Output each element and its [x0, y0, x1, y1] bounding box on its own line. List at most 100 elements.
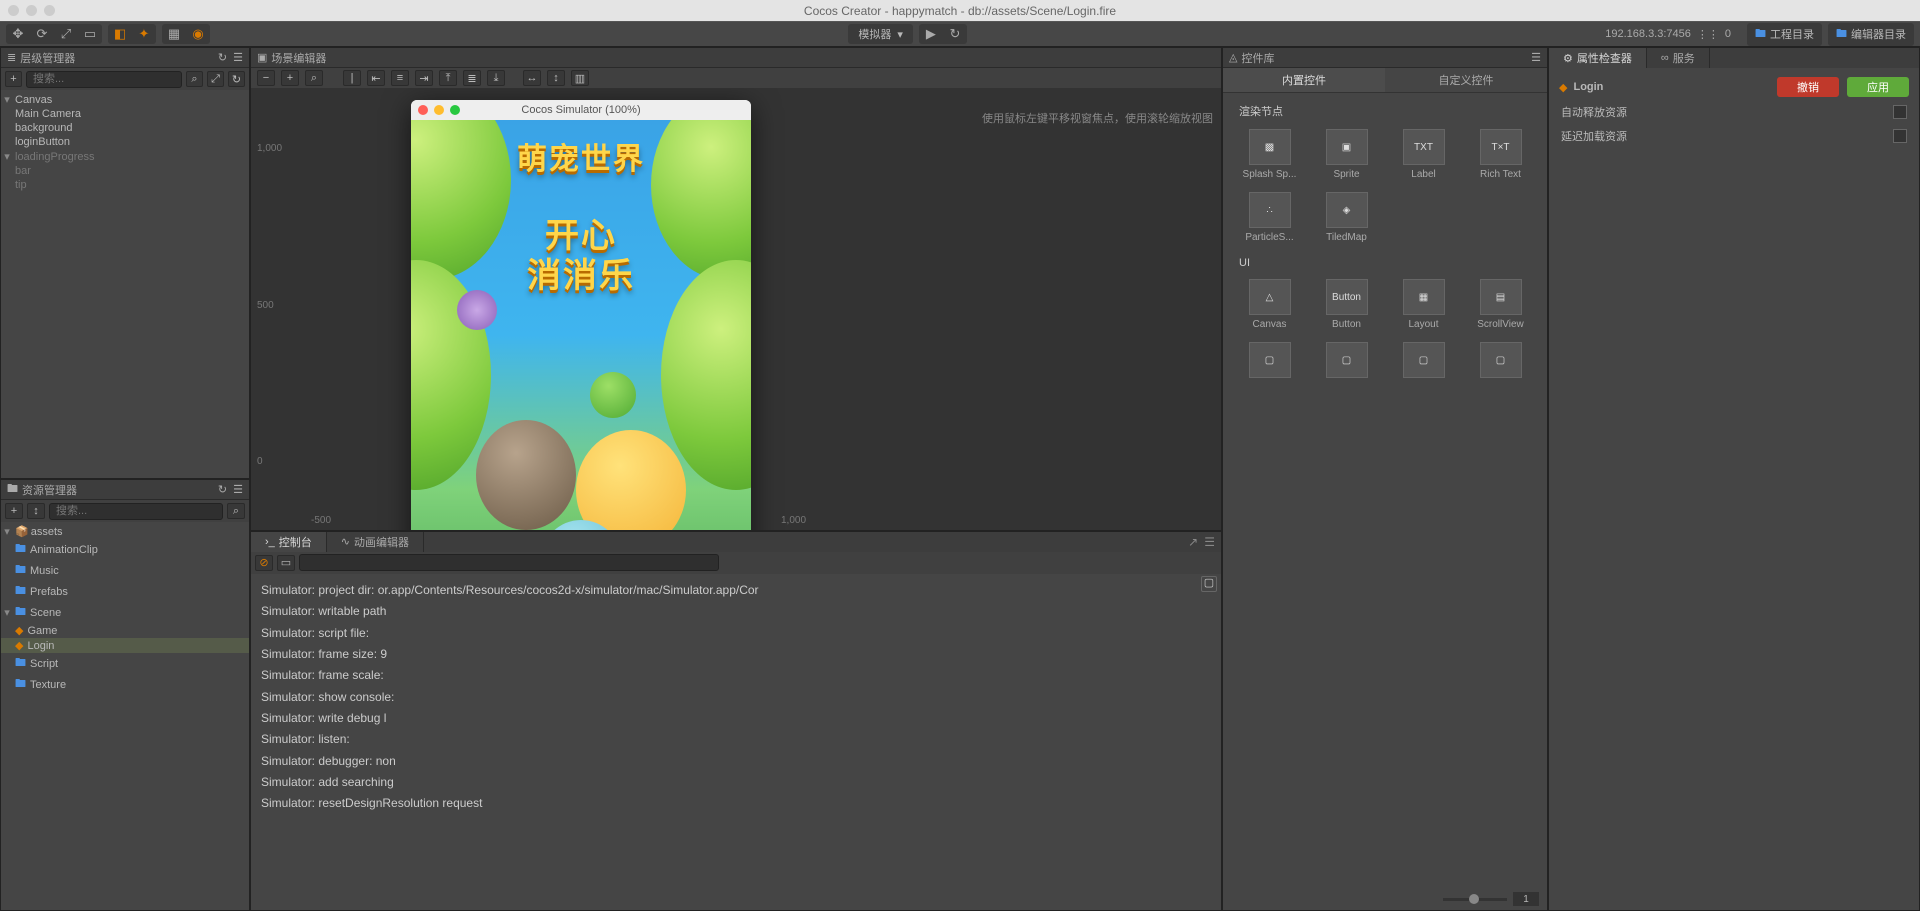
- palette-item[interactable]: T×TRich Text: [1464, 125, 1537, 184]
- tree-node[interactable]: bar: [1, 164, 249, 178]
- tool-anchor[interactable]: ◧: [109, 25, 131, 43]
- clear-log-icon[interactable]: ⊘: [255, 555, 273, 571]
- tree-node[interactable]: ▾🖿Scene: [1, 602, 249, 623]
- tab-custom-controls[interactable]: 自定义控件: [1385, 68, 1547, 92]
- search-icon[interactable]: ⌕: [186, 71, 203, 87]
- play-button[interactable]: ▶: [920, 25, 942, 43]
- palette-item[interactable]: ◈TiledMap: [1310, 188, 1383, 247]
- tree-node[interactable]: ◆Game: [1, 623, 249, 638]
- distribute-v-icon[interactable]: ↕: [547, 70, 565, 86]
- palette-item[interactable]: ▢: [1387, 338, 1460, 386]
- palette-item[interactable]: ButtonButton: [1310, 275, 1383, 334]
- apply-button[interactable]: 应用: [1847, 77, 1909, 97]
- menu-icon[interactable]: ☰: [233, 51, 243, 64]
- tool-grid[interactable]: ▦: [163, 25, 185, 43]
- simulator-titlebar[interactable]: Cocos Simulator (100%): [411, 100, 751, 120]
- align-bottom-icon[interactable]: ⤓: [487, 70, 505, 86]
- align-icon[interactable]: |: [343, 70, 361, 86]
- expand-icon[interactable]: ⤢: [207, 71, 224, 87]
- simulator-canvas[interactable]: 萌宠世界 开心 消消乐 登录 Frame time: [411, 120, 751, 530]
- tab-console[interactable]: ›_控制台: [251, 532, 327, 552]
- zoom-reset-icon[interactable]: ⌕: [305, 70, 323, 86]
- arrange-icon[interactable]: ▥: [571, 70, 589, 86]
- palette-item[interactable]: ▢: [1310, 338, 1383, 386]
- palette-item[interactable]: △Canvas: [1233, 275, 1306, 334]
- align-left-icon[interactable]: ⇤: [367, 70, 385, 86]
- console-output[interactable]: ▢ Simulator: project dir: or.app/Content…: [251, 574, 1221, 910]
- assets-search[interactable]: [49, 503, 223, 520]
- tab-service[interactable]: ∞服务: [1647, 48, 1710, 68]
- align-right-icon[interactable]: ⇥: [415, 70, 433, 86]
- sort-button[interactable]: ↕: [27, 503, 45, 519]
- refresh-icon[interactable]: ↻: [228, 71, 245, 87]
- simulator-window[interactable]: Cocos Simulator (100%) 萌宠世界 开心 消消乐: [411, 100, 751, 530]
- align-hcenter-icon[interactable]: ≡: [391, 70, 409, 86]
- tab-anim[interactable]: ∿动画编辑器: [327, 532, 424, 552]
- zoom-out-icon[interactable]: −: [257, 70, 275, 86]
- palette-zoom-slider[interactable]: [1443, 898, 1507, 901]
- add-node-button[interactable]: +: [5, 71, 22, 87]
- tool-rotate[interactable]: ⟳: [31, 25, 53, 43]
- lazy-load-checkbox[interactable]: [1893, 129, 1907, 143]
- palette-item[interactable]: ▢: [1233, 338, 1306, 386]
- tool-move[interactable]: ✥: [7, 25, 29, 43]
- tab-builtin-controls[interactable]: 内置控件: [1223, 68, 1385, 92]
- tree-node[interactable]: 🖿AnimationClip: [1, 539, 249, 560]
- sim-close[interactable]: [418, 105, 428, 115]
- refresh-icon[interactable]: ↻: [218, 483, 227, 496]
- align-top-icon[interactable]: ⤒: [439, 70, 457, 86]
- palette-item[interactable]: ▢: [1464, 338, 1537, 386]
- tool-scale[interactable]: ⤢: [55, 25, 77, 43]
- tree-node[interactable]: 🖿Music: [1, 560, 249, 581]
- cancel-button[interactable]: 撤销: [1777, 77, 1839, 97]
- tool-gizmo[interactable]: ◉: [187, 25, 209, 43]
- tree-node[interactable]: ▾📦assets: [1, 524, 249, 539]
- tree-node[interactable]: ◆Login: [1, 638, 249, 653]
- menu-icon[interactable]: ☰: [1204, 535, 1215, 549]
- palette-item[interactable]: TXTLabel: [1387, 125, 1460, 184]
- sim-zoom[interactable]: [450, 105, 460, 115]
- tree-node[interactable]: 🖿Texture: [1, 674, 249, 695]
- hierarchy-search[interactable]: [26, 71, 182, 88]
- add-asset-button[interactable]: +: [5, 503, 23, 519]
- distribute-h-icon[interactable]: ↔: [523, 70, 541, 86]
- tree-node[interactable]: Main Camera: [1, 107, 249, 121]
- console-search[interactable]: [299, 554, 719, 571]
- project-dir-button[interactable]: 🖿工程目录: [1747, 23, 1822, 46]
- scene-canvas[interactable]: 使用鼠标左键平移视窗焦点，使用滚轮缩放视图 1,000 500 0 -500 1…: [251, 88, 1221, 530]
- controls-palette[interactable]: 渲染节点 ▩Splash Sp...▣SpriteTXTLabelT×TRich…: [1223, 93, 1547, 910]
- simulator-dropdown[interactable]: 模拟器 ▾: [848, 24, 913, 44]
- assets-tree[interactable]: ▾📦assets🖿AnimationClip🖿Music🖿Prefabs▾🖿Sc…: [1, 522, 249, 910]
- align-vcenter-icon[interactable]: ≣: [463, 70, 481, 86]
- palette-item[interactable]: ▤ScrollView: [1464, 275, 1537, 334]
- hierarchy-tree[interactable]: ▾CanvasMain CamerabackgroundloginButton▾…: [1, 90, 249, 478]
- minimize-window[interactable]: [26, 5, 37, 16]
- tab-inspector[interactable]: ⚙属性检查器: [1549, 48, 1647, 68]
- popout-icon[interactable]: ↗: [1188, 535, 1198, 549]
- menu-icon[interactable]: ☰: [1531, 51, 1541, 64]
- zoom-in-icon[interactable]: +: [281, 70, 299, 86]
- palette-item[interactable]: ▩Splash Sp...: [1233, 125, 1306, 184]
- tree-node[interactable]: 🖿Script: [1, 653, 249, 674]
- palette-item[interactable]: ▦Layout: [1387, 275, 1460, 334]
- tree-node[interactable]: loginButton: [1, 135, 249, 149]
- tree-node[interactable]: 🖿Prefabs: [1, 581, 249, 602]
- log-filter-icon[interactable]: ▭: [277, 555, 295, 571]
- tree-node[interactable]: ▾loadingProgress: [1, 149, 249, 164]
- palette-item[interactable]: ▣Sprite: [1310, 125, 1383, 184]
- console-popout-icon[interactable]: ▢: [1201, 576, 1217, 592]
- refresh-icon[interactable]: ↻: [218, 51, 227, 64]
- editor-dir-button[interactable]: 🖿编辑器目录: [1828, 23, 1914, 46]
- zoom-window[interactable]: [44, 5, 55, 16]
- tree-node[interactable]: ▾Canvas: [1, 92, 249, 107]
- tree-node[interactable]: background: [1, 121, 249, 135]
- search-icon[interactable]: ⌕: [227, 503, 245, 519]
- tool-pivot[interactable]: ✦: [133, 25, 155, 43]
- sim-minimize[interactable]: [434, 105, 444, 115]
- tree-node[interactable]: tip: [1, 178, 249, 192]
- reload-button[interactable]: ↻: [944, 25, 966, 43]
- auto-release-checkbox[interactable]: [1893, 105, 1907, 119]
- palette-item[interactable]: ∴ParticleS...: [1233, 188, 1306, 247]
- tool-rect[interactable]: ▭: [79, 25, 101, 43]
- close-window[interactable]: [8, 5, 19, 16]
